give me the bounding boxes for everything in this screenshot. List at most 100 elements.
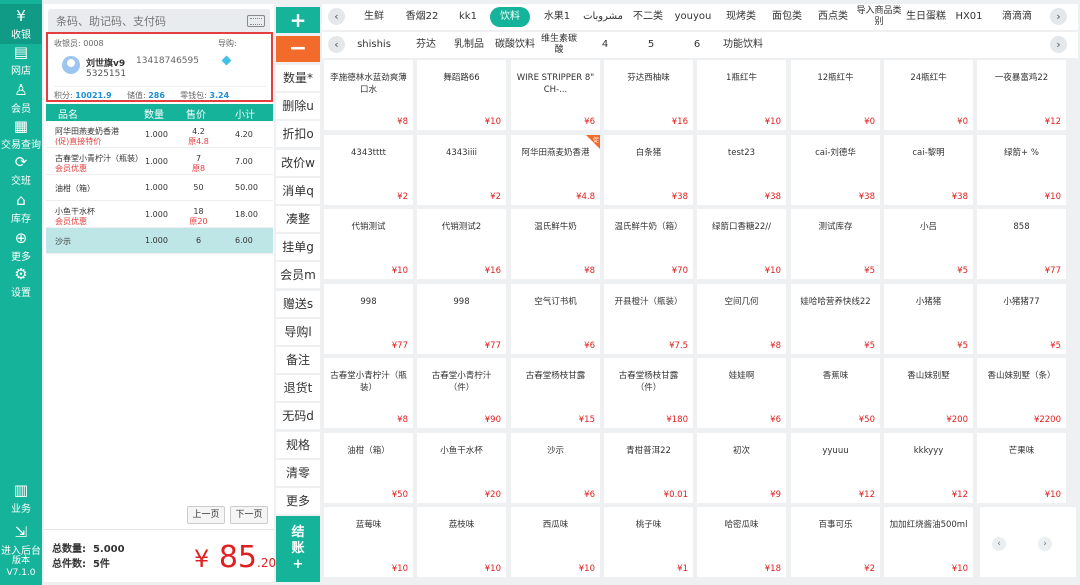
- search-input[interactable]: [48, 9, 233, 34]
- nav-item-6[interactable]: ⊕ 更多: [0, 226, 42, 266]
- product-card[interactable]: 古春堂小青柠汁（瓶装） ¥8: [324, 358, 413, 428]
- function-button-5[interactable]: 凑整: [276, 206, 320, 232]
- prev-page-button[interactable]: 上一页: [187, 506, 225, 524]
- category-tab-6[interactable]: 不二类: [628, 4, 668, 30]
- product-card[interactable]: 绿箭口香糖22// ¥10: [697, 209, 786, 279]
- function-button-7[interactable]: 会员m: [276, 262, 320, 289]
- product-card[interactable]: cai-黎明 ¥38: [884, 134, 973, 205]
- product-card[interactable]: 12瓶红牛 ¥0: [791, 60, 880, 130]
- product-card[interactable]: 小鱼干水杯 ¥20: [417, 432, 506, 503]
- nav-item-7[interactable]: ⚙ 设置: [0, 262, 42, 302]
- function-button-6[interactable]: 挂单g: [276, 234, 320, 261]
- category-tab-13[interactable]: HX01: [950, 4, 988, 30]
- table-row[interactable]: 阿华田燕麦奶香港 (促)直接特价 1.000 4.2 原4.8 4.20: [46, 122, 273, 148]
- category-tab-7[interactable]: youyou: [670, 4, 716, 30]
- nav-item-9[interactable]: ⇲ 进入后台: [0, 520, 42, 560]
- product-card[interactable]: 李施德林水蓝劲爽薄口水 ¥8: [324, 60, 413, 130]
- subcategory-tab-7[interactable]: 6: [682, 32, 712, 58]
- function-button-15[interactable]: 更多: [276, 488, 320, 514]
- product-card[interactable]: 998 ¥77: [324, 283, 413, 354]
- product-card[interactable]: kkkyyy ¥12: [884, 432, 973, 503]
- product-card[interactable]: 娃哈哈营养快线22 ¥5: [791, 283, 880, 354]
- product-card[interactable]: 998 ¥77: [417, 283, 506, 354]
- member-card[interactable]: 收银员: 0008 导购: 刘世旗v9 13418746595 5325151 …: [46, 32, 273, 102]
- product-card[interactable]: 4343tttt ¥2: [324, 134, 413, 205]
- subcategory-tab-4[interactable]: 维生素碳酸: [538, 32, 580, 58]
- product-card[interactable]: cai-刘德华 ¥38: [791, 134, 880, 205]
- product-card[interactable]: 绿箭+ % ¥10: [977, 134, 1066, 205]
- product-card[interactable]: 代销测试 ¥10: [324, 209, 413, 279]
- nav-item-0[interactable]: ¥ 收银: [0, 4, 42, 44]
- subcategory-tab-8[interactable]: 功能饮料: [720, 32, 766, 58]
- grid-next-arrow-icon[interactable]: ›: [1038, 537, 1052, 551]
- subcategory-tab-6[interactable]: 5: [636, 32, 666, 58]
- subcategory-tab-1[interactable]: 芬达: [408, 32, 444, 58]
- function-button-4[interactable]: 消单q: [276, 177, 320, 204]
- function-button-12[interactable]: 无码d: [276, 403, 320, 430]
- category-tab-0[interactable]: 生鲜: [352, 4, 396, 30]
- category-tab-11[interactable]: 导入商品类别: [856, 4, 902, 30]
- product-card[interactable]: 古春堂杨枝甘露（件） ¥180: [604, 358, 693, 428]
- category-tab-9[interactable]: 面包类: [766, 4, 808, 30]
- nav-item-1[interactable]: ▤ 网店: [0, 40, 42, 80]
- subcategory-tab-0[interactable]: shishis: [352, 32, 396, 58]
- product-card[interactable]: 芒果味 ¥10: [977, 432, 1066, 503]
- category-tab-14[interactable]: 滴滴滴: [992, 4, 1042, 30]
- product-card[interactable]: 小吕 ¥5: [884, 209, 973, 279]
- product-card[interactable]: test23 ¥38: [697, 134, 786, 205]
- category-tab-12[interactable]: 生日蛋糕: [904, 4, 948, 30]
- grid-prev-arrow-icon[interactable]: ‹: [992, 537, 1006, 551]
- nav-item-3[interactable]: ▦ 交易查询: [0, 114, 42, 154]
- search-box[interactable]: [48, 9, 270, 34]
- product-card[interactable]: 阿华田燕麦奶香港 ¥4.8 促: [511, 134, 600, 205]
- product-card[interactable]: 荔枝味 ¥10: [417, 507, 506, 577]
- function-button-2[interactable]: 折扣o: [276, 121, 320, 148]
- nav-item-2[interactable]: ♙ 会员: [0, 78, 42, 118]
- product-card[interactable]: 芬达西柚味 ¥16: [604, 60, 693, 130]
- function-button-14[interactable]: 清零: [276, 459, 320, 486]
- product-card[interactable]: 西瓜味 ¥10: [511, 507, 600, 577]
- product-card[interactable]: 香蕉味 ¥50: [791, 358, 880, 428]
- product-card[interactable]: 24瓶红牛 ¥0: [884, 60, 973, 130]
- product-card[interactable]: 一夜暴富鸡22 ¥12: [977, 60, 1066, 130]
- function-button-9[interactable]: 导购l: [276, 318, 320, 345]
- add-button[interactable]: +: [276, 7, 320, 33]
- product-card[interactable]: 油柑（箱） ¥50: [324, 432, 413, 503]
- product-card[interactable]: 温氏鲜牛奶 ¥8: [511, 209, 600, 279]
- product-card[interactable]: 香山妹别墅 ¥200: [884, 358, 973, 428]
- function-button-3[interactable]: 改价w: [276, 149, 320, 176]
- product-card[interactable]: 小猪猪77 ¥5: [977, 283, 1066, 354]
- product-card[interactable]: 空间几何 ¥8: [697, 283, 786, 354]
- product-card[interactable]: 开县橙汁（瓶装） ¥7.5: [604, 283, 693, 354]
- nav-item-4[interactable]: ⟳ 交班: [0, 150, 42, 190]
- product-card[interactable]: 4343iiii ¥2: [417, 134, 506, 205]
- product-card[interactable]: 舞蹈路66 ¥10: [417, 60, 506, 130]
- product-card[interactable]: yyuuu ¥12: [791, 432, 880, 503]
- category-next-arrow-icon[interactable]: ›: [1050, 8, 1067, 25]
- table-row[interactable]: 小鱼干水杯 会员优惠 1.000 18 原20 18.00: [46, 202, 273, 228]
- table-row[interactable]: 油柑（箱） 1.000 50 50.00: [46, 175, 273, 201]
- product-card[interactable]: 温氏鲜牛奶（箱） ¥70: [604, 209, 693, 279]
- product-card[interactable]: 小猪猪 ¥5: [884, 283, 973, 354]
- function-button-11[interactable]: 退货t: [276, 375, 320, 402]
- product-card[interactable]: 百事可乐 ¥2: [791, 507, 880, 577]
- category-tab-5[interactable]: مشروبات: [580, 4, 626, 30]
- keyboard-icon[interactable]: [247, 15, 265, 27]
- product-card[interactable]: 哈密瓜味 ¥18: [697, 507, 786, 577]
- product-card[interactable]: 白条猪 ¥38: [604, 134, 693, 205]
- product-card[interactable]: 858 ¥77: [977, 209, 1066, 279]
- product-card[interactable]: 香山妹别墅（条） ¥2200: [977, 358, 1066, 428]
- product-card[interactable]: WIRE STRIPPER 8" CH-... ¥6: [511, 60, 600, 130]
- product-card[interactable]: 空气订书机 ¥6: [511, 283, 600, 354]
- subcategory-prev-arrow-icon[interactable]: ‹: [328, 36, 345, 53]
- function-button-1[interactable]: 删除u: [276, 93, 320, 120]
- nav-item-5[interactable]: ⌂ 库存: [0, 188, 42, 228]
- product-card[interactable]: 古春堂小青柠汁（件） ¥90: [417, 358, 506, 428]
- product-card[interactable]: 桃子味 ¥1: [604, 507, 693, 577]
- subcategory-next-arrow-icon[interactable]: ›: [1050, 36, 1067, 53]
- subcategory-tab-2[interactable]: 乳制品: [448, 32, 490, 58]
- product-card[interactable]: 青柑普洱22 ¥0.01: [604, 432, 693, 503]
- category-prev-arrow-icon[interactable]: ‹: [328, 8, 345, 25]
- product-card[interactable]: 娃娃啊 ¥6: [697, 358, 786, 428]
- function-button-10[interactable]: 备注: [276, 347, 320, 373]
